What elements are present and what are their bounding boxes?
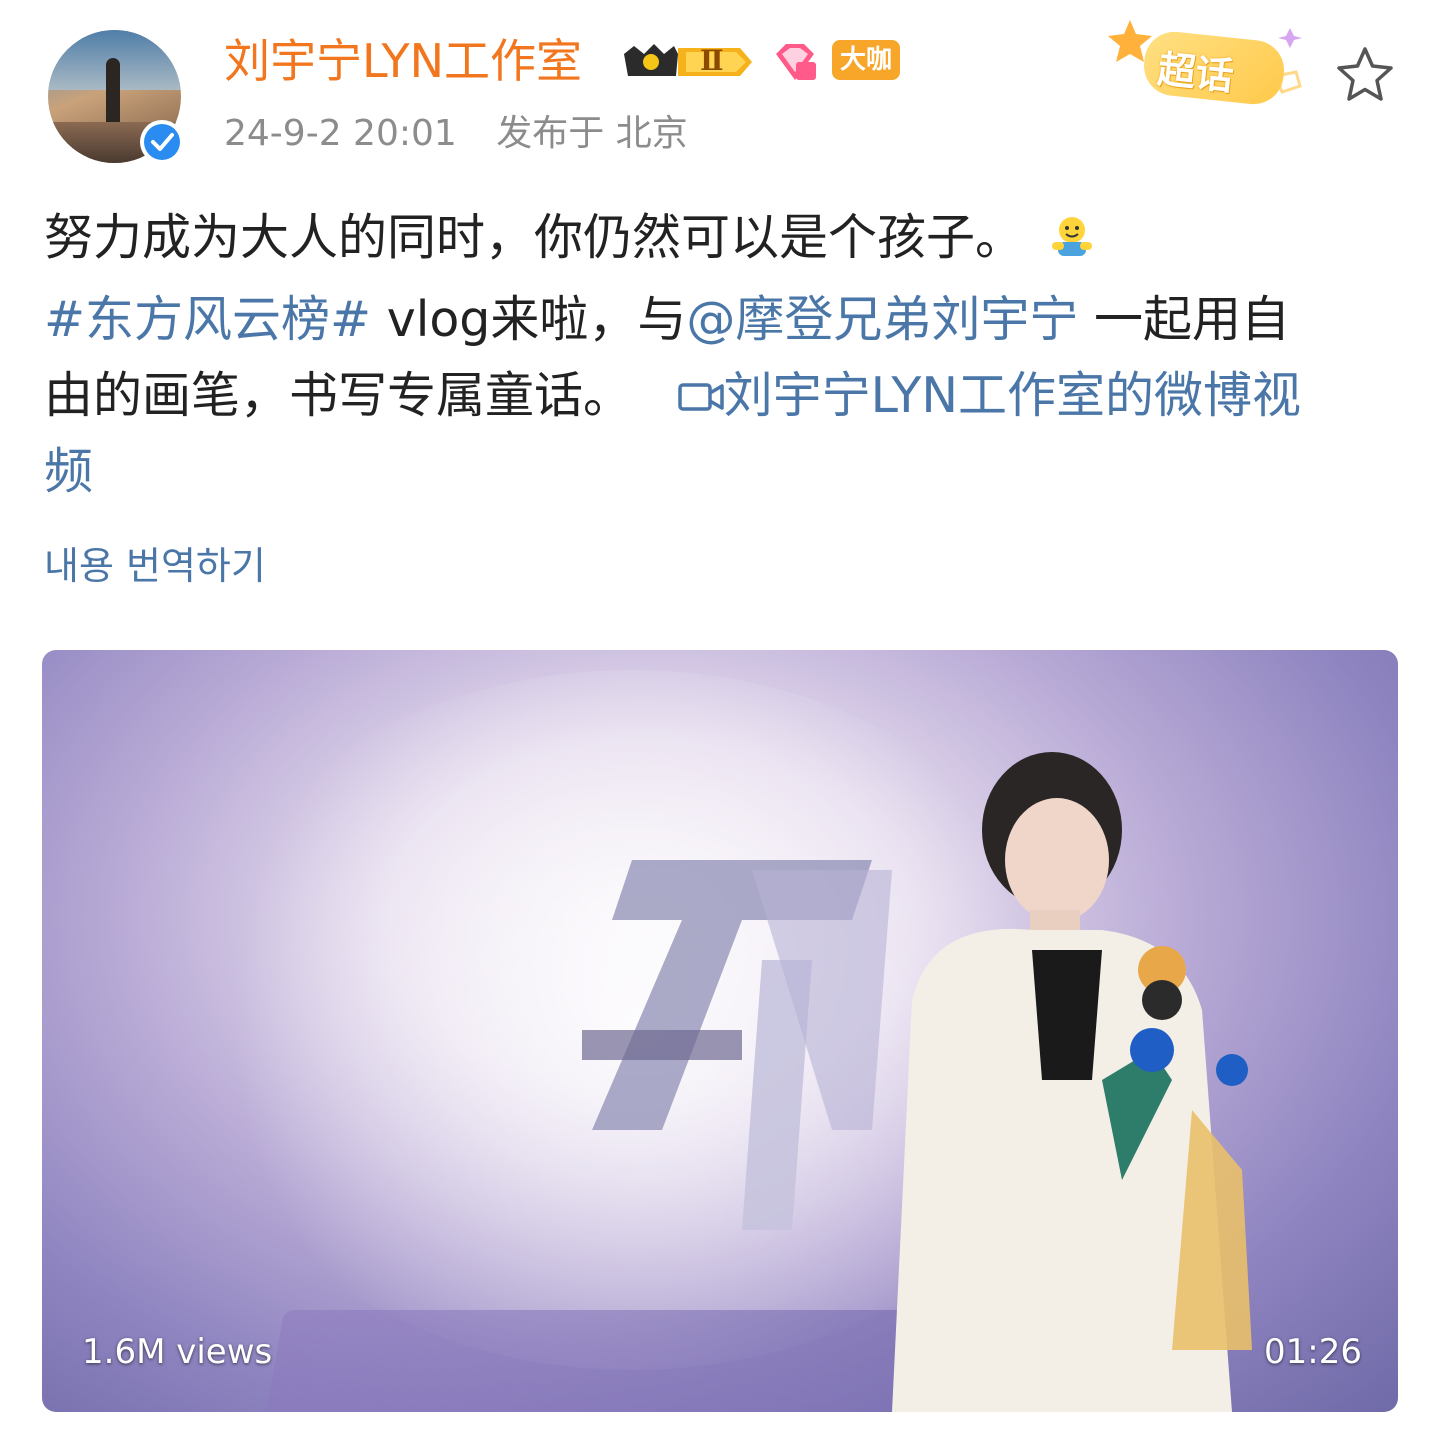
supertopic-button[interactable]: 超话 (1100, 14, 1320, 114)
post-text: 努力成为大人的同时，你仍然可以是个孩子。 #东方风云榜# vlog来啦，与@摩登… (44, 200, 1404, 510)
post-text-line-3: 由的画笔，书写专属童话。 刘宇宁LYN工作室的微博视 (44, 367, 1301, 424)
post-text-line-2: #东方风云榜# vlog来啦，与@摩登兄弟刘宇宁 一起用自 (44, 291, 1290, 348)
post-meta: 24-9-2 20:01 发布于 北京 (224, 110, 716, 158)
hug-emoji-icon (1048, 206, 1096, 282)
post-text-line-1: 努力成为大人的同时，你仍然可以是个孩子。 (44, 200, 1404, 282)
fan-gem-icon[interactable] (770, 40, 820, 84)
post-timestamp: 24-9-2 20:01 (224, 113, 457, 154)
mention-link[interactable]: @摩登兄弟刘宇宁 (686, 291, 1078, 348)
video-link-continued[interactable]: 频 (44, 443, 93, 500)
verified-icon (140, 120, 184, 164)
author-badge: 大咖 (832, 40, 901, 80)
translate-button[interactable]: 내용 번역하기 (44, 538, 266, 594)
post-location: 发布于 北京 (496, 113, 688, 154)
video-duration: 01:26 (1264, 1332, 1362, 1372)
video-views: 1.6M views (82, 1332, 273, 1372)
video-thumbnail-person (892, 752, 1252, 1412)
star-icon[interactable] (1334, 44, 1396, 106)
stage-logo-graphic (582, 860, 892, 1230)
hashtag-link[interactable]: #东方风云榜# (44, 291, 371, 348)
author-name[interactable]: 刘宇宁LYN工作室 (224, 30, 582, 92)
vip-level: Ⅱ (700, 44, 724, 77)
post-text-line-4: 频 (44, 434, 1404, 510)
video-link[interactable]: 刘宇宁LYN工作室的微博视 (677, 367, 1301, 424)
post-header: 刘宇宁LYN工作室 Ⅱ 大咖 24-9-2 20:01 发布于 北京 超话 (0, 0, 1440, 180)
supertopic-label: 超话 (1155, 47, 1236, 99)
avatar-figure (106, 58, 120, 128)
video-camera-icon (677, 383, 724, 411)
video-link-label: 刘宇宁LYN工作室的微博视 (723, 367, 1301, 424)
video-player[interactable]: 1.6M views 01:26 (42, 650, 1398, 1412)
vip-crown-icon[interactable]: Ⅱ (620, 40, 754, 84)
